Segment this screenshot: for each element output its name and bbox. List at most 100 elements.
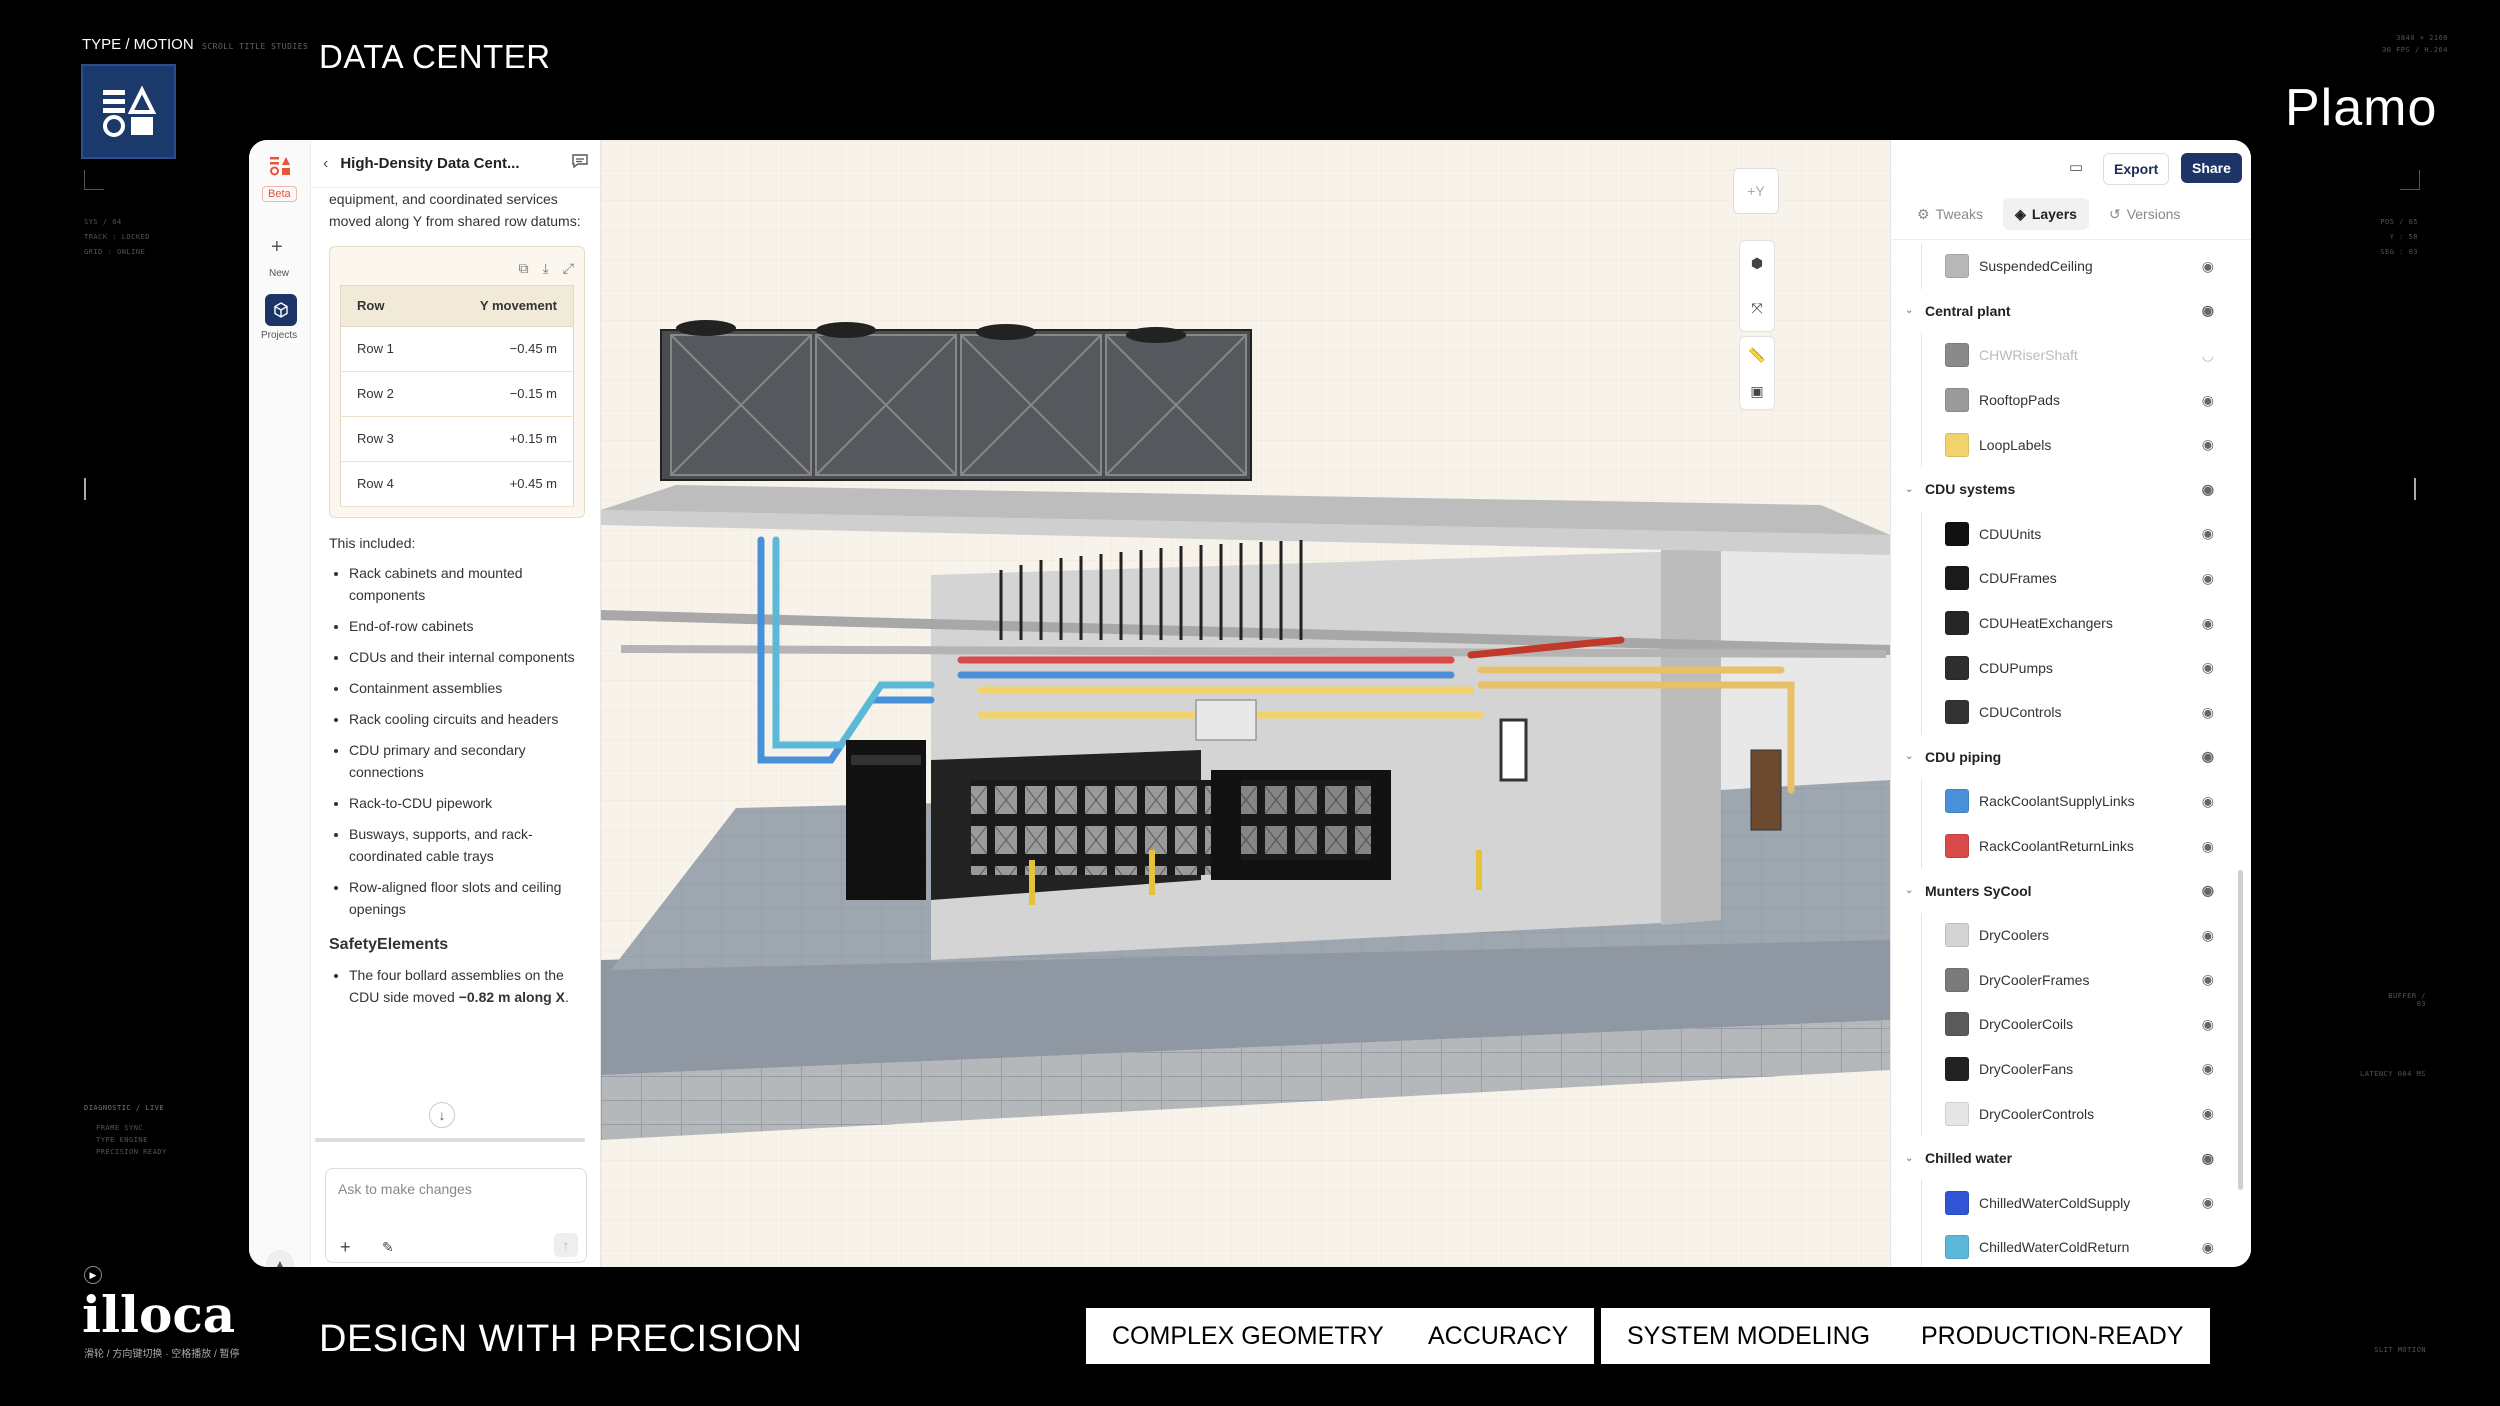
measure-icon[interactable]: 📏 bbox=[1748, 347, 1765, 364]
layer-color-swatch[interactable] bbox=[1945, 834, 1969, 859]
eye-icon[interactable]: ◉ bbox=[2202, 481, 2214, 498]
view-cube-icon[interactable]: ⬢ bbox=[1751, 255, 1763, 272]
export-button[interactable]: Export bbox=[2103, 153, 2170, 185]
layer-color-swatch[interactable] bbox=[1945, 700, 1969, 725]
layer-color-swatch[interactable] bbox=[1945, 789, 1969, 814]
layer-color-swatch[interactable] bbox=[1945, 923, 1969, 948]
eye-icon[interactable]: ◉ bbox=[2202, 971, 2214, 988]
layer-color-swatch[interactable] bbox=[1945, 521, 1969, 546]
tab-versions[interactable]: ↺ Versions bbox=[2097, 198, 2192, 230]
layer-item[interactable]: CHWRiserShaft ◡ bbox=[1891, 333, 2236, 378]
layer-group[interactable]: ⌄ Chilled water ◉ bbox=[1891, 1136, 2236, 1181]
layer-color-swatch[interactable] bbox=[1945, 1012, 1969, 1037]
eye-icon[interactable]: ◉ bbox=[2202, 882, 2214, 899]
layer-item[interactable]: CDUFrames ◉ bbox=[1891, 556, 2236, 601]
eye-icon[interactable]: ◉ bbox=[2202, 793, 2214, 810]
layer-color-swatch[interactable] bbox=[1945, 1101, 1969, 1126]
layer-item[interactable]: RooftopPads ◉ bbox=[1891, 377, 2236, 423]
eye-icon[interactable]: ◉ bbox=[2202, 1150, 2214, 1167]
layer-color-swatch[interactable] bbox=[1945, 343, 1969, 368]
expand-icon[interactable]: ⤢ bbox=[563, 257, 574, 279]
play-icon[interactable]: ▶ bbox=[84, 1266, 102, 1284]
layer-item[interactable]: CDUPumps ◉ bbox=[1891, 645, 2236, 690]
layer-color-swatch[interactable] bbox=[1945, 1056, 1969, 1081]
3d-viewport[interactable]: +Y ⬢ ⤧ 📏 ▣ bbox=[601, 140, 1890, 1267]
chevron-down-icon[interactable]: ⌄ bbox=[1905, 885, 1925, 896]
layer-item[interactable]: DryCoolerCoils ◉ bbox=[1891, 1002, 2236, 1047]
eye-closed-icon[interactable]: ◡ bbox=[2202, 347, 2214, 364]
layer-color-swatch[interactable] bbox=[1945, 566, 1969, 591]
layer-item[interactable]: LoopLabels ◉ bbox=[1891, 422, 2236, 467]
section-box-icon[interactable]: ▣ bbox=[1750, 383, 1763, 400]
tab-layers[interactable]: ◈ Layers bbox=[2003, 198, 2089, 230]
layer-color-swatch[interactable] bbox=[1945, 254, 1969, 279]
pen-icon[interactable]: ✎ bbox=[382, 1239, 394, 1256]
layer-item[interactable]: DryCoolerFans ◉ bbox=[1891, 1046, 2236, 1092]
chat-scrollbar[interactable] bbox=[315, 1138, 585, 1142]
eye-icon[interactable]: ◉ bbox=[2202, 615, 2214, 632]
tab-tweaks[interactable]: ⚙ Tweaks bbox=[1905, 198, 1995, 230]
layer-color-swatch[interactable] bbox=[1945, 655, 1969, 680]
eye-icon[interactable]: ◉ bbox=[2202, 1016, 2214, 1033]
comment-icon[interactable] bbox=[571, 152, 589, 175]
axis-gizmo[interactable]: +Y bbox=[1733, 168, 1779, 214]
eye-icon[interactable]: ◉ bbox=[2202, 927, 2214, 944]
layer-color-swatch[interactable] bbox=[1945, 967, 1969, 992]
eye-icon[interactable]: ◉ bbox=[2202, 838, 2214, 855]
eye-icon[interactable]: ◉ bbox=[2202, 748, 2214, 765]
copy-icon[interactable]: ⧉ bbox=[519, 257, 529, 279]
scroll-down-button[interactable]: ↓ bbox=[429, 1102, 455, 1128]
layer-item[interactable]: CDUUnits ◉ bbox=[1891, 511, 2236, 557]
layer-item[interactable]: DryCoolers ◉ bbox=[1891, 912, 2236, 958]
layer-group[interactable]: ⌄ CDU systems ◉ bbox=[1891, 467, 2236, 512]
layer-item[interactable]: ChilledWaterColdSupply ◉ bbox=[1891, 1180, 2236, 1225]
layer-item[interactable]: CDUHeatExchangers ◉ bbox=[1891, 600, 2236, 646]
layer-color-swatch[interactable] bbox=[1945, 1235, 1969, 1260]
eye-icon[interactable]: ◉ bbox=[2202, 659, 2214, 676]
account-avatar[interactable]: ▲ bbox=[266, 1250, 294, 1267]
layer-item[interactable]: CDUControls ◉ bbox=[1891, 689, 2236, 735]
layer-group[interactable]: ⌄ CDU piping ◉ bbox=[1891, 735, 2236, 780]
layer-group[interactable]: ⌄ Central plant ◉ bbox=[1891, 289, 2236, 334]
layer-item[interactable]: RackCoolantReturnLinks ◉ bbox=[1891, 823, 2236, 869]
layer-color-swatch[interactable] bbox=[1945, 611, 1969, 636]
eye-icon[interactable]: ◉ bbox=[2202, 1105, 2214, 1122]
eye-icon[interactable]: ◉ bbox=[2202, 704, 2214, 721]
layer-item[interactable]: ChilledWaterColdReturn ◉ bbox=[1891, 1225, 2236, 1267]
back-icon[interactable]: ‹ bbox=[323, 155, 328, 173]
layer-color-swatch[interactable] bbox=[1945, 388, 1969, 413]
eye-icon[interactable]: ◉ bbox=[2202, 436, 2214, 453]
data-center-model[interactable] bbox=[601, 140, 1890, 1267]
new-icon[interactable]: + bbox=[271, 236, 283, 259]
chevron-down-icon[interactable]: ⌄ bbox=[1905, 484, 1925, 495]
layers-scrollbar[interactable] bbox=[2238, 870, 2243, 1190]
projects-label[interactable]: Projects bbox=[261, 330, 297, 341]
layer-group[interactable]: ⌄ Munters SyCool ◉ bbox=[1891, 868, 2236, 913]
download-icon[interactable]: ⤓ bbox=[543, 257, 549, 279]
eye-icon[interactable]: ◉ bbox=[2202, 570, 2214, 587]
chevron-down-icon[interactable]: ⌄ bbox=[1905, 305, 1925, 316]
eye-icon[interactable]: ◉ bbox=[2202, 258, 2214, 275]
projects-button[interactable] bbox=[265, 294, 297, 326]
eye-icon[interactable]: ◉ bbox=[2202, 1060, 2214, 1077]
layer-color-swatch[interactable] bbox=[1945, 432, 1969, 457]
attach-icon[interactable]: + bbox=[340, 1237, 351, 1258]
send-button[interactable]: ↑ bbox=[554, 1233, 578, 1257]
eye-icon[interactable]: ◉ bbox=[2202, 1239, 2214, 1256]
fit-view-icon[interactable]: ⤧ bbox=[1751, 300, 1762, 317]
eye-icon[interactable]: ◉ bbox=[2202, 392, 2214, 409]
layer-item[interactable]: DryCoolerFrames ◉ bbox=[1891, 957, 2236, 1003]
share-button[interactable]: Share bbox=[2181, 153, 2242, 183]
layer-item[interactable]: DryCoolerControls ◉ bbox=[1891, 1091, 2236, 1136]
eye-icon[interactable]: ◉ bbox=[2202, 525, 2214, 542]
layer-item[interactable]: RackCoolantSupplyLinks ◉ bbox=[1891, 779, 2236, 824]
eye-icon[interactable]: ◉ bbox=[2202, 1194, 2214, 1211]
layer-color-swatch[interactable] bbox=[1945, 1190, 1969, 1215]
chevron-down-icon[interactable]: ⌄ bbox=[1905, 1153, 1925, 1164]
eye-icon[interactable]: ◉ bbox=[2202, 302, 2214, 319]
app-logo-icon[interactable] bbox=[268, 154, 292, 178]
present-icon[interactable]: ▭ bbox=[2069, 158, 2083, 176]
new-label[interactable]: New bbox=[269, 268, 289, 279]
chevron-down-icon[interactable]: ⌄ bbox=[1905, 751, 1925, 762]
chat-input[interactable]: Ask to make changes + ✎ ↑ bbox=[325, 1168, 587, 1263]
